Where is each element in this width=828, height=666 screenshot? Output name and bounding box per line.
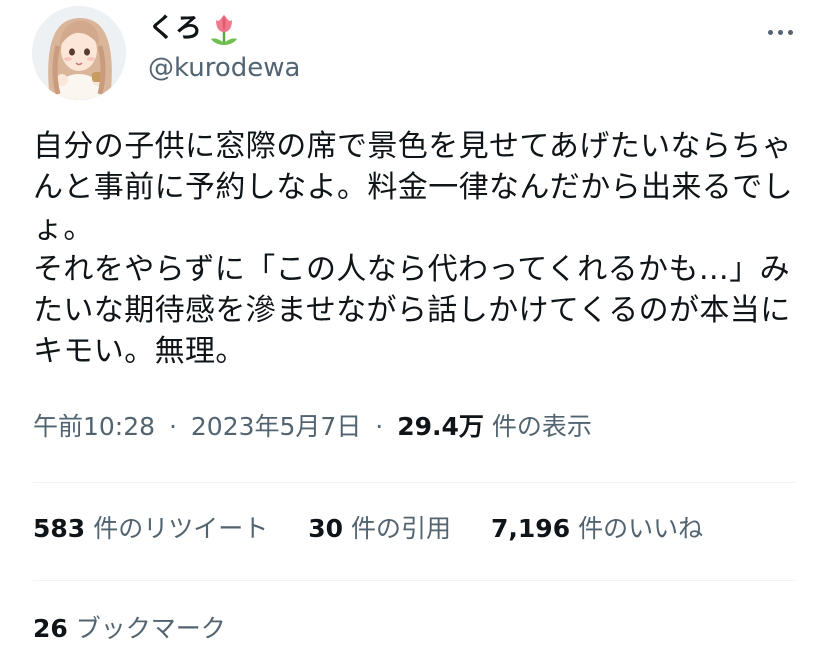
retweets-count: 583 xyxy=(33,514,86,543)
tweet-text-line: ょ。 xyxy=(33,211,94,246)
tweet-text-line: キモい。無理。 xyxy=(33,334,246,369)
quotes-stat[interactable]: 30 件の引用 xyxy=(308,512,451,546)
tweet-text-line: それをやらずに「この人なら代わってくれるかも…」み xyxy=(33,252,790,287)
likes-stat[interactable]: 7,196 件のいいね xyxy=(491,512,703,546)
tweet-meta: 午前10:28 · 2023年5月7日 · 29.4万 件の表示 xyxy=(33,410,592,444)
engagement-stats: 583 件のリツイート 30 件の引用 7,196 件のいいね xyxy=(33,512,703,546)
more-dot-icon xyxy=(767,29,773,35)
display-name-text: くろ xyxy=(148,13,202,44)
bookmarks-stat[interactable]: 26 ブックマーク xyxy=(33,612,226,646)
meta-separator: · xyxy=(169,412,177,441)
views-count[interactable]: 29.4万 xyxy=(397,412,484,441)
views-label: 件の表示 xyxy=(491,412,592,441)
avatar-illustration xyxy=(32,6,126,100)
divider xyxy=(33,580,795,581)
user-handle[interactable]: @kurodewa xyxy=(148,52,300,84)
display-name[interactable]: くろ xyxy=(148,12,240,46)
tulip-icon xyxy=(208,12,240,46)
meta-separator: · xyxy=(375,412,384,441)
more-options-button[interactable] xyxy=(760,20,800,44)
retweets-stat[interactable]: 583 件のリツイート xyxy=(33,512,268,546)
tweet-text-line: んと事前に予約しなよ。料金一律なんだから出来るでし xyxy=(33,170,793,205)
tweet-text-line: 自分の子供に窓際の席で景色を見せてあげたいならちゃ xyxy=(33,129,793,164)
more-dot-icon xyxy=(787,29,793,35)
likes-count: 7,196 xyxy=(491,514,571,543)
divider xyxy=(33,482,795,483)
tweet-detail: くろ @kurodewa 自分の子供に窓際の席で景色を見せてあげたいならちゃ ん… xyxy=(0,0,828,666)
tweet-time[interactable]: 午前10:28 xyxy=(33,412,155,441)
tweet-date[interactable]: 2023年5月7日 xyxy=(191,412,361,441)
quotes-count: 30 xyxy=(308,514,343,543)
retweets-label: 件のリツイート xyxy=(93,514,269,543)
tweet-text-line: たいな期待感を滲ませながら話しかけてくるのが本当に xyxy=(33,293,791,328)
likes-label: 件のいいね xyxy=(578,514,704,543)
quotes-label: 件の引用 xyxy=(351,514,452,543)
more-dot-icon xyxy=(777,29,783,35)
bookmarks-count: 26 xyxy=(33,614,68,643)
avatar[interactable] xyxy=(32,6,126,100)
tweet-text: 自分の子供に窓際の席で景色を見せてあげたいならちゃ んと事前に予約しなよ。料金一… xyxy=(33,126,793,372)
bookmarks-label: ブックマーク xyxy=(75,614,226,643)
